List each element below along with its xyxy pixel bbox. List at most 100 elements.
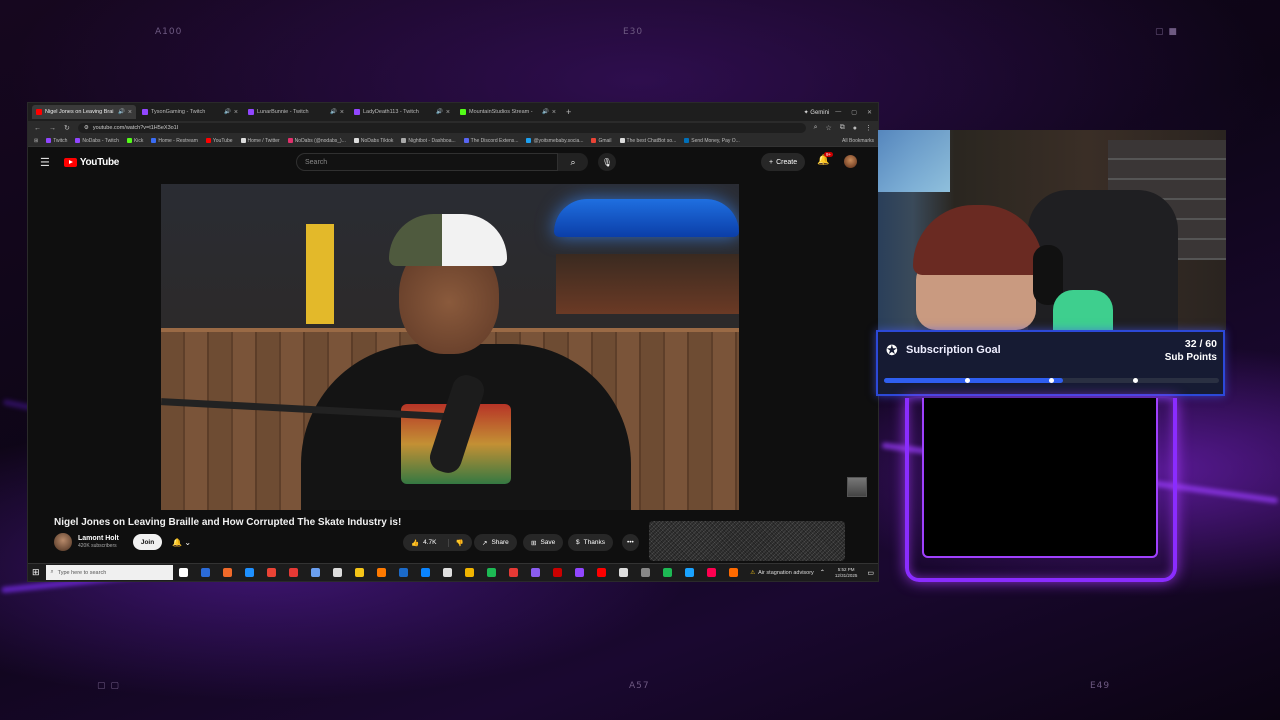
bookmark-item[interactable]: Gmail: [591, 138, 612, 144]
browser-menu-icon[interactable]: ⋮: [865, 124, 872, 132]
bookmark-star-icon[interactable]: ☆: [825, 124, 831, 132]
taskbar-app-icon[interactable]: [310, 568, 320, 577]
more-actions-button[interactable]: •••: [622, 534, 639, 551]
new-tab-button[interactable]: +: [566, 107, 571, 117]
tab-close-icon[interactable]: ×: [234, 109, 238, 116]
share-button[interactable]: ↗ Share: [474, 534, 517, 551]
taskbar-search-input[interactable]: ⌕ Type here to search: [45, 565, 173, 580]
taskbar-app-icon[interactable]: [684, 568, 694, 577]
taskbar-app-icon[interactable]: [200, 568, 210, 577]
taskbar-app-icon[interactable]: [530, 568, 540, 577]
taskbar-app-icon[interactable]: [288, 568, 298, 577]
save-button[interactable]: ⊞ Save: [523, 534, 564, 551]
minimize-icon[interactable]: —: [835, 109, 841, 116]
taskbar-app-icon[interactable]: [662, 568, 672, 577]
bookmark-item[interactable]: NoDabs Tiktok: [353, 138, 393, 144]
extensions-icon[interactable]: ⧉: [840, 124, 845, 132]
taskbar-app-icon[interactable]: [332, 568, 342, 577]
microphone-icon[interactable]: 🎙: [598, 153, 616, 171]
goal-progress-fill: [884, 378, 1063, 383]
bookmark-item[interactable]: Send Money, Pay O...: [684, 138, 740, 144]
tab-title: LunarBunnie - Twitch: [257, 109, 309, 115]
bookmark-item[interactable]: Twitch: [46, 138, 67, 144]
browser-tab[interactable]: MountainStudios Stream - 🔊 ×: [456, 105, 560, 119]
join-button[interactable]: Join: [132, 534, 163, 550]
bookmark-item[interactable]: The best ChatBot so...: [619, 138, 676, 144]
tab-close-icon[interactable]: ×: [340, 109, 344, 116]
taskbar-app-icon[interactable]: [596, 568, 606, 577]
close-window-icon[interactable]: ✕: [867, 109, 872, 116]
bookmark-item[interactable]: Home / Twitter: [240, 138, 280, 144]
hamburger-menu-icon[interactable]: ☰: [40, 156, 50, 169]
profile-icon[interactable]: ●: [853, 125, 857, 132]
tab-audio-icon[interactable]: 🔊: [330, 109, 337, 115]
taskbar-app-icon[interactable]: [222, 568, 232, 577]
browser-tab[interactable]: LunarBunnie - Twitch 🔊 ×: [244, 105, 348, 119]
reload-icon[interactable]: ↻: [64, 124, 70, 132]
user-avatar[interactable]: [844, 155, 857, 168]
notification-center-icon[interactable]: ▭: [867, 569, 874, 577]
tray-chevron-icon[interactable]: ⌃: [820, 569, 825, 576]
windows-start-icon[interactable]: ⊞: [32, 567, 40, 578]
taskbar-app-icon[interactable]: [244, 568, 254, 577]
tab-close-icon[interactable]: ×: [128, 109, 132, 116]
like-button[interactable]: 👍 4.7K 👎: [403, 534, 472, 551]
subscription-bell-icon[interactable]: 🔔 ⌄: [172, 538, 191, 547]
address-bar[interactable]: ⚙ youtube.com/watch?v=t1H5eX3o1I: [77, 123, 806, 133]
channel-avatar[interactable]: [54, 533, 72, 551]
taskbar-app-icon[interactable]: [266, 568, 276, 577]
thanks-button[interactable]: $ Thanks: [568, 534, 613, 551]
bookmark-item[interactable]: NoDabs - Twitch: [75, 138, 119, 144]
browser-tab[interactable]: Nigel Jones on Leaving Brai 🔊 ×: [32, 105, 136, 119]
taskbar-app-icon[interactable]: [354, 568, 364, 577]
search-input[interactable]: Search: [296, 153, 558, 171]
taskbar-app-icon[interactable]: [508, 568, 518, 577]
weather-advisory[interactable]: ⚠ Air stagnation advisory: [750, 570, 814, 576]
taskbar-app-icon[interactable]: [552, 568, 562, 577]
blurred-recommendation[interactable]: [649, 521, 845, 561]
taskbar-app-icon[interactable]: [728, 568, 738, 577]
tab-audio-icon[interactable]: 🔊: [224, 109, 231, 115]
taskbar-app-icon[interactable]: [442, 568, 452, 577]
tab-close-icon[interactable]: ×: [446, 109, 450, 116]
bookmark-item[interactable]: @yoitsmebaby.socia...: [526, 138, 583, 144]
taskbar-app-icon[interactable]: [398, 568, 408, 577]
channel-name[interactable]: Lamont Holt: [78, 535, 119, 542]
taskbar-app-icon[interactable]: [706, 568, 716, 577]
site-info-icon[interactable]: ⚙: [84, 125, 89, 131]
forward-icon[interactable]: →: [49, 125, 56, 132]
youtube-logo[interactable]: YouTube: [63, 157, 119, 168]
taskbar-app-icon[interactable]: [376, 568, 386, 577]
video-player[interactable]: [161, 184, 739, 510]
system-clock[interactable]: 5:52 PM 12/31/2025: [835, 567, 858, 579]
taskbar-app-icon[interactable]: [464, 568, 474, 577]
back-icon[interactable]: ←: [34, 125, 41, 132]
tab-audio-icon[interactable]: 🔊: [118, 109, 125, 115]
bookmark-item[interactable]: YouTube: [205, 138, 233, 144]
tab-audio-icon[interactable]: 🔊: [542, 109, 549, 115]
bookmark-item[interactable]: NoDabs (@nodabs_)...: [287, 138, 346, 144]
tab-audio-icon[interactable]: 🔊: [436, 109, 443, 115]
taskbar-app-icon[interactable]: [640, 568, 650, 577]
bookmark-item[interactable]: Home - Restream: [151, 138, 198, 144]
bookmark-item[interactable]: Kick: [126, 138, 143, 144]
taskbar-app-icon[interactable]: [486, 568, 496, 577]
tab-close-icon[interactable]: ×: [552, 109, 556, 116]
apps-icon[interactable]: ⊞: [34, 138, 38, 144]
dislike-icon[interactable]: 👎: [448, 538, 464, 547]
maximize-icon[interactable]: ▢: [851, 109, 857, 116]
bookmark-item[interactable]: The Discord Extens...: [463, 138, 518, 144]
all-bookmarks-button[interactable]: All Bookmarks: [842, 138, 874, 144]
zoom-icon[interactable]: ⌕: [814, 124, 818, 132]
taskbar-app-icon[interactable]: [178, 568, 188, 577]
browser-tab[interactable]: LadyDeath113 - Twitch 🔊 ×: [350, 105, 454, 119]
taskbar-app-icon[interactable]: [574, 568, 584, 577]
miniplayer-avatar[interactable]: [847, 477, 867, 497]
search-icon[interactable]: ⌕: [558, 153, 588, 171]
browser-tab[interactable]: TysonGaming - Twitch 🔊 ×: [138, 105, 242, 119]
taskbar-app-icon[interactable]: [420, 568, 430, 577]
create-button[interactable]: + Create: [761, 153, 806, 171]
bookmark-item[interactable]: Nightbot - Dashboa...: [401, 138, 456, 144]
gemini-button[interactable]: ✦ Gemini: [804, 109, 830, 116]
taskbar-app-icon[interactable]: [618, 568, 628, 577]
